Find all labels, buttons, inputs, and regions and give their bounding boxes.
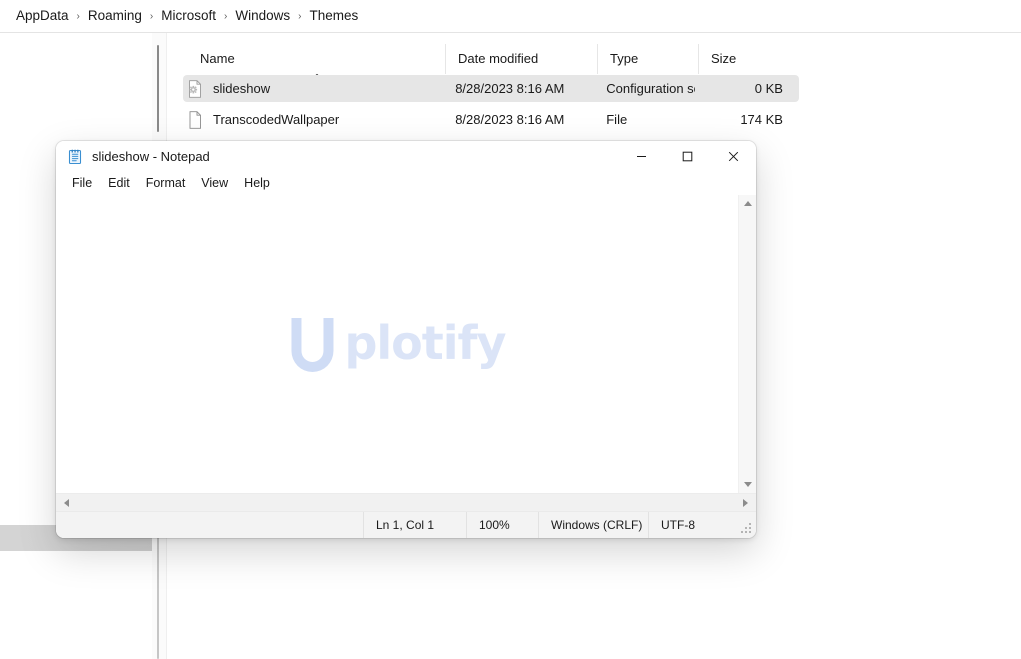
notepad-window: slideshow - Notepad File Edit Format Vie… (56, 141, 756, 538)
file-type-cell: File (606, 112, 628, 127)
status-zoom-level[interactable]: 100% (466, 511, 538, 538)
breadcrumb-item-windows[interactable]: Windows (229, 6, 296, 26)
close-button[interactable] (710, 141, 756, 172)
breadcrumb-separator: › (76, 10, 80, 22)
scroll-right-button[interactable] (737, 494, 754, 511)
scroll-left-button[interactable] (58, 494, 75, 511)
column-header-size[interactable]: Size (698, 44, 803, 74)
resize-grip[interactable] (741, 523, 752, 534)
vertical-scrollbar[interactable] (738, 195, 756, 493)
uplotify-watermark-text: plotify (344, 316, 506, 370)
file-name-cell: TranscodedWallpaper (183, 110, 443, 129)
breadcrumb-separator: › (224, 10, 228, 22)
close-icon (728, 151, 738, 162)
table-row[interactable]: TranscodedWallpaper 8/28/2023 8:16 AM Fi… (183, 106, 799, 133)
column-header-date-modified[interactable]: Date modified (445, 44, 597, 74)
menu-help[interactable]: Help (236, 174, 278, 193)
navigation-pane-scrollbar-thumb-lower[interactable] (157, 526, 159, 659)
menu-file[interactable]: File (64, 174, 100, 193)
menu-view[interactable]: View (193, 174, 236, 193)
breadcrumb-item-themes[interactable]: Themes (303, 6, 364, 26)
scroll-left-arrow-icon (64, 498, 69, 507)
notepad-status-bar: Ln 1, Col 1 100% Windows (CRLF) UTF-8 (56, 511, 756, 538)
breadcrumb-item-microsoft[interactable]: Microsoft (155, 6, 222, 26)
file-size-cell: 0 KB (754, 81, 783, 96)
breadcrumb-item-appdata[interactable]: AppData (10, 6, 75, 26)
scroll-down-arrow-icon (743, 482, 752, 487)
minimize-icon (636, 156, 646, 157)
maximize-button[interactable] (664, 141, 710, 172)
status-encoding[interactable]: UTF-8 (648, 511, 756, 538)
uplotify-logo-icon (291, 318, 334, 372)
menu-edit[interactable]: Edit (100, 174, 138, 193)
status-line-ending[interactable]: Windows (CRLF) (538, 511, 648, 538)
maximize-icon (682, 151, 692, 162)
file-name-cell: slideshow (183, 79, 443, 98)
minimize-button[interactable] (618, 141, 664, 172)
file-name-text: TranscodedWallpaper (213, 112, 340, 127)
menu-format[interactable]: Format (138, 174, 194, 193)
scroll-up-arrow-icon (743, 201, 752, 206)
horizontal-scrollbar[interactable] (56, 493, 756, 511)
navigation-pane-scrollbar-thumb[interactable] (157, 45, 159, 132)
scroll-up-button[interactable] (739, 195, 756, 212)
column-header-name[interactable]: Name (183, 44, 445, 74)
file-date-modified-cell: 8/28/2023 8:16 AM (455, 81, 565, 96)
file-date-modified-cell: 8/28/2023 8:16 AM (455, 112, 565, 127)
window-controls (618, 141, 756, 172)
notepad-app-icon (67, 149, 83, 165)
generic-file-icon (187, 110, 203, 129)
breadcrumb[interactable]: AppData › Roaming › Microsoft › Windows … (0, 0, 1021, 32)
file-name-text: slideshow (213, 81, 271, 96)
notepad-title-bar[interactable]: slideshow - Notepad (56, 141, 756, 172)
table-row[interactable]: slideshow 8/28/2023 8:16 AM Configuratio… (183, 75, 799, 102)
status-cursor-position[interactable]: Ln 1, Col 1 (363, 511, 466, 538)
breadcrumb-separator: › (298, 10, 302, 22)
notepad-document-area: plotify (56, 195, 756, 511)
breadcrumb-separator: › (149, 10, 154, 22)
notepad-title-text: slideshow - Notepad (92, 149, 210, 164)
scroll-right-arrow-icon (743, 498, 748, 507)
file-size-cell: 174 KB (740, 112, 783, 127)
file-list-column-headers: Name Date modified Type Size (183, 44, 803, 74)
notepad-text-editor[interactable]: plotify (57, 195, 739, 493)
column-header-type[interactable]: Type (597, 44, 698, 74)
notepad-menu-bar: File Edit Format View Help (56, 172, 756, 195)
scroll-down-button[interactable] (739, 476, 756, 493)
breadcrumb-item-roaming[interactable]: Roaming (82, 6, 148, 26)
uplotify-watermark: plotify (284, 314, 507, 372)
configuration-settings-file-icon (187, 79, 203, 98)
screen: AppData › Roaming › Microsoft › Windows … (0, 0, 1021, 659)
file-type-cell: Configuration sett... (606, 81, 694, 96)
